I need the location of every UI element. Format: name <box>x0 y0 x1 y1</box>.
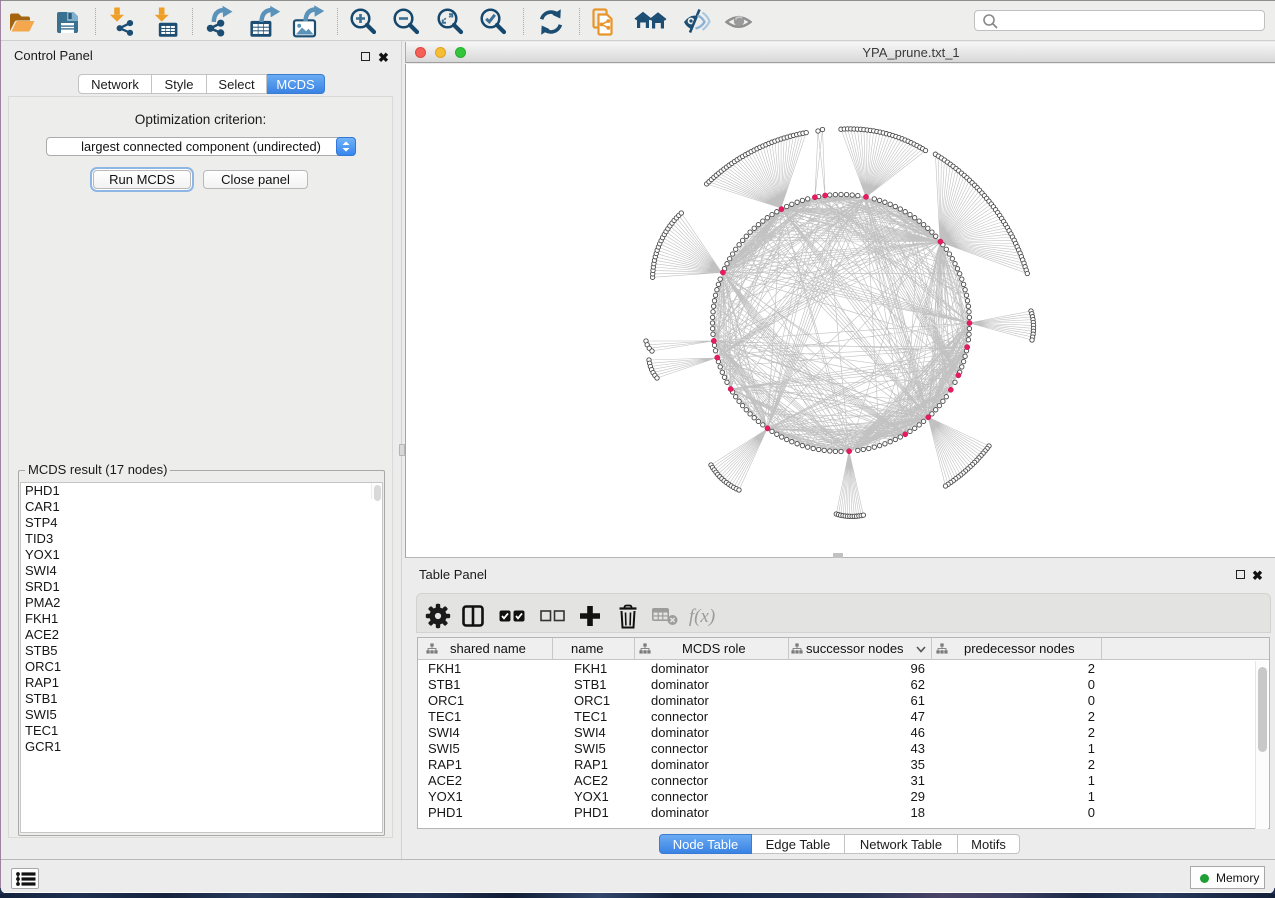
svg-text:f(x): f(x) <box>689 606 715 627</box>
